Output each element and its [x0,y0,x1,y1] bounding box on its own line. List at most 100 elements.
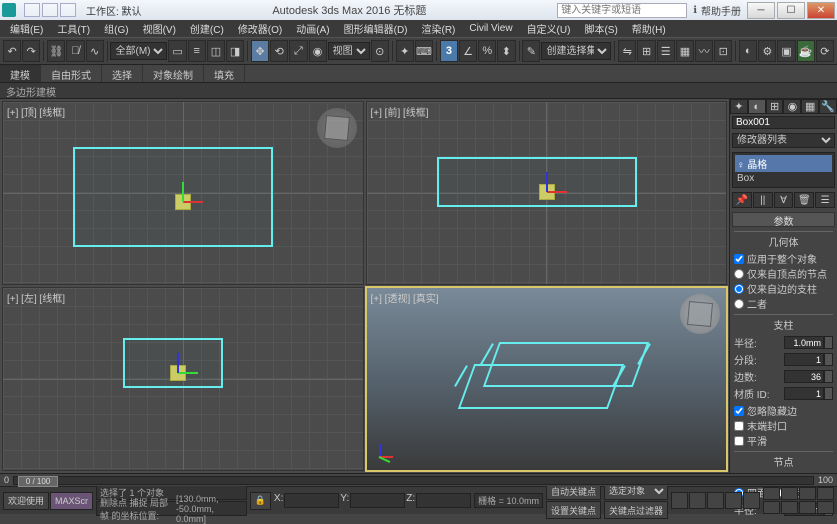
snap-toggle-icon[interactable]: 3 [440,40,458,62]
transform-gizmo[interactable] [532,177,562,207]
menu-tools[interactable]: 工具(T) [51,20,96,37]
link-icon[interactable]: ⛓ [47,40,65,62]
align-icon[interactable]: ⊞ [637,40,655,62]
help-search-input[interactable] [557,3,687,18]
modifier-item[interactable]: ♀ 晶格 [735,155,832,172]
unlink-icon[interactable]: ⛓̸ [66,40,84,62]
chk-endcaps[interactable]: 末端封口 [734,418,833,433]
rollout-parameters[interactable]: 参数 [732,212,835,227]
spinner-sides[interactable] [784,370,833,383]
menu-create[interactable]: 创建(C) [184,20,230,37]
rendered-frame-icon[interactable]: ▣ [777,40,795,62]
configure-sets-icon[interactable]: ☰ [815,192,835,208]
edit-named-sel-icon[interactable]: ✎ [522,40,540,62]
radio-both[interactable]: 二者 [734,296,833,311]
qat-undo[interactable] [24,3,40,17]
minimize-button[interactable]: ─ [747,2,775,19]
maxscript-listener[interactable]: MAXScr [50,492,93,510]
chk-whole-object[interactable]: 应用于整个对象 [734,251,833,266]
object-name-field[interactable] [732,116,835,129]
create-tab-icon[interactable]: ✦ [730,99,748,114]
time-slider[interactable]: 0 0 / 100 100 [0,473,837,486]
angle-snap-icon[interactable]: ∠ [459,40,477,62]
workspace-selector[interactable]: 工作区: 默认 [86,3,142,18]
ribbon-tab-objectpaint[interactable]: 对象绘制 [143,65,204,82]
select-by-name-icon[interactable]: ≡ [188,40,206,62]
viewport-front[interactable]: [+] [前] [线框] [366,101,728,285]
qat-redo[interactable] [42,3,58,17]
welcome-button[interactable]: 欢迎使用 [3,492,49,510]
close-button[interactable]: ✕ [807,2,835,19]
curve-editor-icon[interactable]: 〰 [695,40,713,62]
spinner-snap-icon[interactable]: ⬍ [497,40,515,62]
qat-link[interactable] [60,3,76,17]
app-logo-icon[interactable] [2,3,16,17]
viewport-left[interactable]: [+] [左] [线框] [2,287,364,471]
time-slider-thumb[interactable]: 0 / 100 [18,476,58,487]
time-slider-track[interactable]: 0 / 100 [13,476,814,485]
modifier-stack[interactable]: ♀ 晶格 Box [732,152,835,188]
render-iterative-icon[interactable]: ⟳ [816,40,834,62]
menu-animation[interactable]: 动画(A) [290,20,335,37]
schematic-view-icon[interactable]: ⊡ [714,40,732,62]
select-region-icon[interactable]: ◫ [207,40,225,62]
redo-icon[interactable]: ↷ [22,40,40,62]
ribbon-tab-freeform[interactable]: 自由形式 [41,65,102,82]
menu-modifiers[interactable]: 修改器(O) [232,20,288,37]
select-rotate-icon[interactable]: ⟲ [270,40,288,62]
menu-customize[interactable]: 自定义(U) [521,20,577,37]
ribbon-tab-populate[interactable]: 填充 [204,65,245,82]
ribbon-tab-modeling[interactable]: 建模 [0,65,41,82]
infocenter-icon[interactable]: ℹ [693,5,697,16]
coord-z[interactable] [416,493,471,508]
prev-frame-icon[interactable] [689,492,706,509]
viewcube-icon[interactable] [317,108,357,148]
radio-verts-only[interactable]: 仅来自顶点的节点 [734,266,833,281]
object-wireframe[interactable] [451,334,641,424]
viewport-label[interactable]: [+] [前] [线框] [371,104,429,119]
select-scale-icon[interactable]: ⤢ [289,40,307,62]
window-crossing-icon[interactable]: ◨ [226,40,244,62]
bind-spacewarp-icon[interactable]: ∿ [86,40,104,62]
undo-icon[interactable]: ↶ [3,40,21,62]
percent-snap-icon[interactable]: % [478,40,496,62]
menu-rendering[interactable]: 渲染(R) [416,20,462,37]
coord-y[interactable] [350,493,405,508]
select-object-icon[interactable]: ▭ [168,40,186,62]
display-tab-icon[interactable]: ▦ [801,99,819,114]
viewport-perspective[interactable]: [+] [透视] [真实] [366,287,728,471]
manipulate-icon[interactable]: ✦ [396,40,414,62]
maximize-button[interactable]: ☐ [777,2,805,19]
zoom-icon[interactable] [763,487,780,500]
select-move-icon[interactable]: ✥ [251,40,269,62]
spinner-segments[interactable] [784,353,833,366]
toggle-ribbon-icon[interactable]: ▦ [676,40,694,62]
coord-x[interactable] [284,493,339,508]
ribbon-tab-selection[interactable]: 选择 [102,65,143,82]
modifier-item[interactable]: Box [735,172,832,185]
orbit-icon[interactable] [799,501,816,514]
key-filters-button[interactable]: 关键点过滤器 [604,501,668,519]
viewcube-icon[interactable] [680,294,720,334]
render-production-icon[interactable]: ☕ [797,40,815,62]
goto-end-icon[interactable] [743,492,760,509]
menu-civilview[interactable]: Civil View [463,22,518,35]
render-setup-icon[interactable]: ⚙ [758,40,776,62]
make-unique-icon[interactable]: ∀ [774,192,794,208]
pan-icon[interactable] [781,501,798,514]
viewport-label[interactable]: [+] [左] [线框] [7,290,65,305]
chk-ignore-hidden[interactable]: 忽略隐藏边 [734,403,833,418]
goto-start-icon[interactable] [671,492,688,509]
selection-filter[interactable]: 全部(M) [110,42,167,60]
lock-selection-icon[interactable]: 🔒 [250,492,271,510]
remove-modifier-icon[interactable]: 🗑 [794,192,814,208]
utilities-tab-icon[interactable]: 🔧 [819,99,837,114]
use-center-icon[interactable]: ⊙ [371,40,389,62]
viewport-label[interactable]: [+] [顶] [线框] [7,104,65,119]
viewport-label[interactable]: [+] [透视] [真实] [371,290,439,305]
next-frame-icon[interactable] [725,492,742,509]
menu-help[interactable]: 帮助(H) [626,20,672,37]
ribbon-panel-label[interactable]: 多边形建模 [0,83,837,99]
transform-gizmo[interactable] [163,358,193,388]
material-editor-icon[interactable]: ◐ [739,40,757,62]
